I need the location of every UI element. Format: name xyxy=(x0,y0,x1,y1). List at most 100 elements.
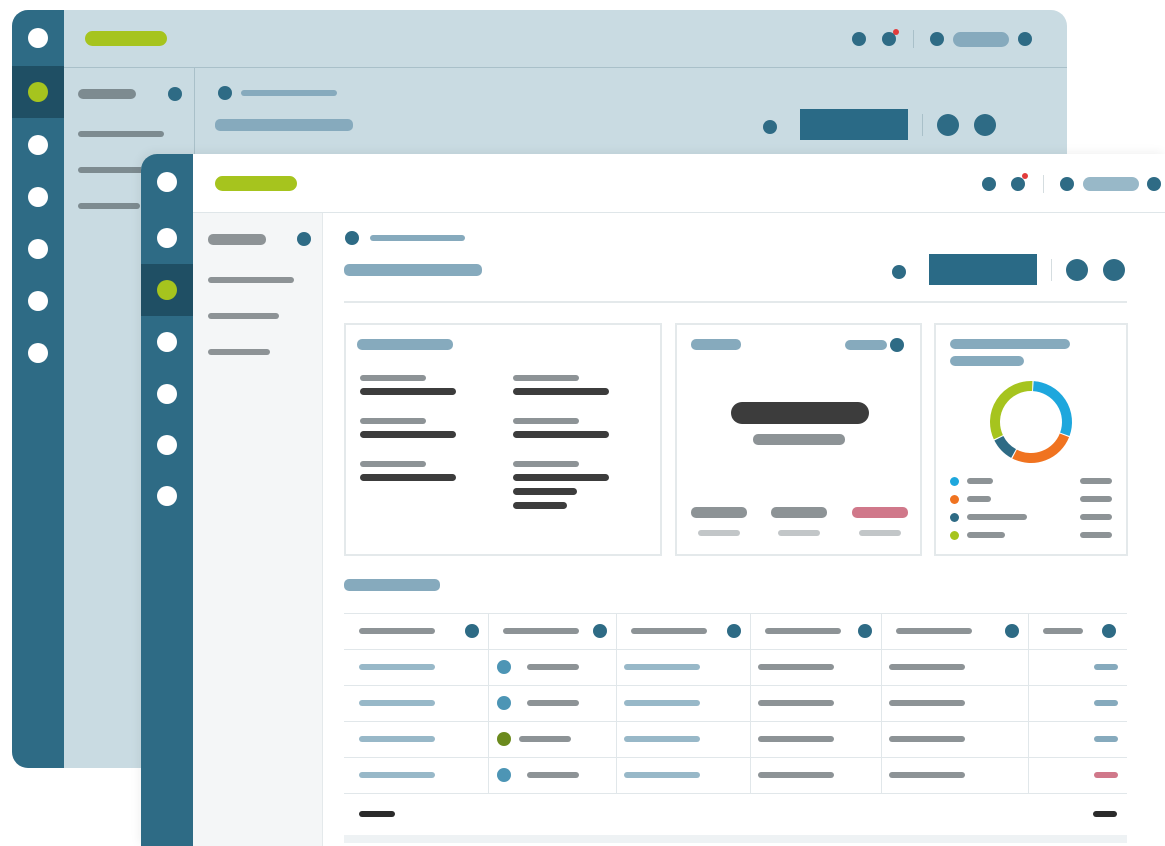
sort-icon[interactable] xyxy=(1102,624,1116,638)
table-cell-link[interactable] xyxy=(624,772,700,778)
dashboard-icon[interactable] xyxy=(157,280,177,300)
back-help-icon[interactable] xyxy=(28,343,48,363)
detail-label xyxy=(513,461,579,467)
user-name[interactable] xyxy=(1083,177,1139,191)
table-cell-amount xyxy=(1094,736,1118,742)
legend-swatch xyxy=(950,495,959,504)
user-menu-chevron-icon[interactable] xyxy=(1147,177,1161,191)
sort-icon[interactable] xyxy=(727,624,741,638)
back-reports-icon[interactable] xyxy=(28,135,48,155)
back-home-icon[interactable] xyxy=(28,28,48,48)
sort-icon[interactable] xyxy=(1005,624,1019,638)
subnav-collapse-icon[interactable] xyxy=(297,232,311,246)
table-row-divider xyxy=(344,685,1127,686)
front-top-bar xyxy=(193,154,1165,213)
status-dot-icon xyxy=(497,732,511,746)
back-billing-icon[interactable] xyxy=(28,291,48,311)
legend-swatch xyxy=(950,513,959,522)
table-cell-link[interactable] xyxy=(624,700,700,706)
back-subnav-item[interactable] xyxy=(78,203,140,209)
back-more-actions-icon[interactable] xyxy=(937,114,959,136)
kpi-stat-label xyxy=(778,530,820,536)
table-column-header[interactable] xyxy=(631,628,707,634)
filter-icon[interactable] xyxy=(892,265,906,279)
back-settings-icon[interactable] xyxy=(28,239,48,259)
table-cell xyxy=(889,664,965,670)
legend-value xyxy=(1080,532,1112,538)
subnav-item[interactable] xyxy=(208,313,279,319)
breadcrumb[interactable] xyxy=(370,235,465,241)
kpi-period-selector[interactable] xyxy=(845,340,887,350)
table-column-header[interactable] xyxy=(1043,628,1083,634)
detail-label xyxy=(513,418,579,424)
subnav-title xyxy=(208,234,266,245)
table-column-header[interactable] xyxy=(503,628,579,634)
detail-value xyxy=(360,431,456,438)
table-cell-link[interactable] xyxy=(624,664,700,670)
back-breadcrumb-home-icon[interactable] xyxy=(218,86,232,100)
help-circle-icon[interactable] xyxy=(1103,259,1125,281)
table-cell-status xyxy=(527,772,579,778)
main-content xyxy=(323,213,1165,846)
user-avatar-icon[interactable] xyxy=(1060,177,1074,191)
users-icon[interactable] xyxy=(157,384,177,404)
detail-label xyxy=(360,418,426,424)
detail-value xyxy=(360,388,456,395)
kpi-card-title xyxy=(691,339,741,350)
table-cell-link[interactable] xyxy=(624,736,700,742)
help-icon[interactable] xyxy=(157,486,177,506)
back-subnav-title xyxy=(78,89,136,99)
kpi-options-icon[interactable] xyxy=(890,338,904,352)
back-primary-button[interactable] xyxy=(800,109,908,140)
table-section-title xyxy=(344,579,440,591)
kpi-stat-value xyxy=(771,507,827,518)
sub-navigation xyxy=(193,213,323,846)
more-actions-icon[interactable] xyxy=(1066,259,1088,281)
table-column-header[interactable] xyxy=(359,628,435,634)
sort-icon[interactable] xyxy=(465,624,479,638)
back-filter-icon[interactable] xyxy=(763,120,777,134)
search-icon[interactable] xyxy=(982,177,996,191)
back-search-icon[interactable] xyxy=(852,32,866,46)
foreground-app-window xyxy=(141,154,1165,846)
sort-icon[interactable] xyxy=(593,624,607,638)
breadcrumb-home-icon[interactable] xyxy=(345,231,359,245)
subnav-item[interactable] xyxy=(208,277,294,283)
back-breadcrumb[interactable] xyxy=(241,90,337,96)
sort-icon[interactable] xyxy=(858,624,872,638)
overview-icon[interactable] xyxy=(157,228,177,248)
notification-bell-icon[interactable] xyxy=(1011,177,1025,191)
table-column-header[interactable] xyxy=(765,628,841,634)
table-cell-link[interactable] xyxy=(359,772,435,778)
table-cell-link[interactable] xyxy=(359,664,435,670)
legend-swatch xyxy=(950,531,959,540)
back-subnav-item[interactable] xyxy=(78,131,164,137)
back-subnav-item[interactable] xyxy=(78,167,148,173)
primary-action-button[interactable] xyxy=(929,254,1037,285)
data-table xyxy=(344,613,1127,846)
table-column-header[interactable] xyxy=(896,628,972,634)
back-user-name[interactable] xyxy=(953,32,1009,47)
table-cell-link[interactable] xyxy=(359,736,435,742)
table-row-divider xyxy=(344,721,1127,722)
kpi-stat-label xyxy=(859,530,901,536)
app-logo[interactable] xyxy=(215,176,297,191)
back-dashboard-icon[interactable] xyxy=(28,82,48,102)
topbar-divider xyxy=(1043,175,1044,193)
table-cell-link[interactable] xyxy=(359,700,435,706)
table-footer-label xyxy=(359,811,395,817)
settings-icon[interactable] xyxy=(157,435,177,455)
detail-value xyxy=(360,474,456,481)
back-users-icon[interactable] xyxy=(28,187,48,207)
table-cell xyxy=(758,736,834,742)
reports-icon[interactable] xyxy=(157,332,177,352)
table-column-divider xyxy=(488,613,489,793)
back-subnav-collapse-icon[interactable] xyxy=(168,87,182,101)
subnav-item[interactable] xyxy=(208,349,270,355)
back-avatar-icon[interactable] xyxy=(930,32,944,46)
home-icon[interactable] xyxy=(157,172,177,192)
table-cell-amount xyxy=(1094,772,1118,778)
back-help-circle-icon[interactable] xyxy=(974,114,996,136)
back-user-menu-chevron-icon[interactable] xyxy=(1018,32,1032,46)
header-separator xyxy=(344,301,1127,303)
